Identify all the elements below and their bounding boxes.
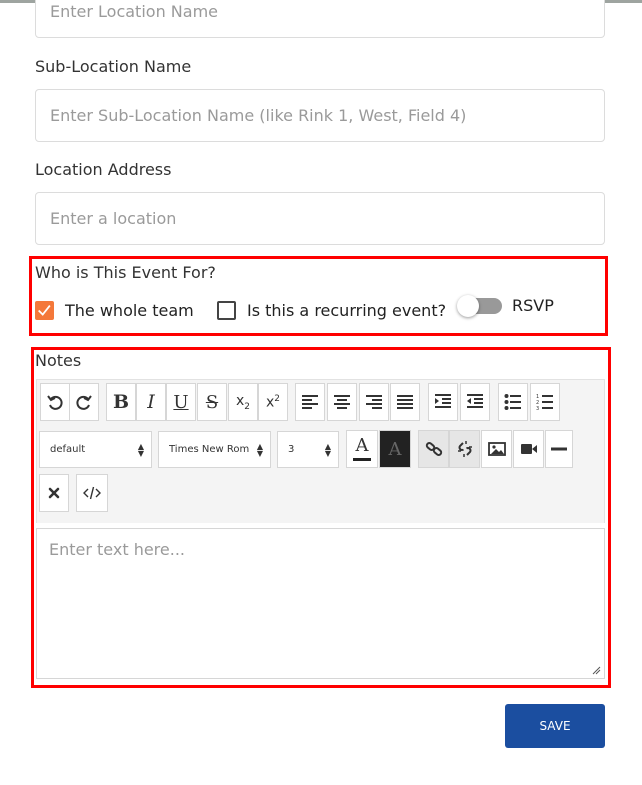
font-family-select[interactable]: Times New Roman ▲▼ [158,431,271,468]
indent-icon [435,394,451,408]
numbered-list-icon: 123 [536,394,553,411]
link-icon [425,442,442,456]
resize-handle-icon[interactable] [591,665,601,675]
whole-team-label: The whole team [65,301,194,320]
align-left-button[interactable] [295,383,325,421]
undo-button[interactable] [40,383,70,421]
font-color-icon: A [355,435,369,456]
redo-icon [76,395,92,410]
strikethrough-button[interactable]: S [197,383,227,421]
align-right-button[interactable] [359,383,389,421]
video-icon [520,444,537,454]
unlink-icon [457,441,472,457]
bold-icon: B [112,391,130,413]
indent-button[interactable] [428,383,458,421]
remove-format-button[interactable] [39,474,69,512]
location-address-placeholder: Enter a location [50,209,177,228]
video-button[interactable] [513,430,544,468]
image-button[interactable] [481,430,512,468]
align-right-icon [366,395,382,409]
justify-button[interactable] [390,383,420,421]
subscript-button[interactable]: x2 [228,383,258,421]
bullet-list-button[interactable] [498,383,528,421]
source-code-button[interactable] [76,474,108,512]
sub-location-placeholder: Enter Sub-Location Name (like Rink 1, We… [50,106,467,125]
justify-icon [397,395,413,409]
strikethrough-icon: S [205,391,219,413]
whole-team-checkbox[interactable] [35,301,54,320]
svg-text:3: 3 [536,406,539,411]
align-left-icon [302,395,318,409]
recurring-checkbox[interactable] [217,301,236,320]
checkmark-icon [38,305,51,316]
image-icon [487,442,506,456]
notes-editor[interactable]: Enter text here... [36,528,605,679]
subscript-icon: x2 [235,392,251,412]
select-arrows-icon: ▲ ▼ [137,442,144,458]
superscript-icon: x2 [265,393,281,411]
font-size-select[interactable]: default ▲ ▼ [39,431,152,468]
select-arrows-icon: ▲ ▼ [324,442,331,458]
underline-button[interactable]: U [166,383,196,421]
bold-button[interactable]: B [106,383,136,421]
horizontal-rule-button[interactable] [545,430,573,468]
bullet-list-icon [504,394,521,410]
location-name-placeholder: Enter Location Name [50,2,218,21]
horizontal-rule-icon [551,447,567,451]
sub-location-input[interactable]: Enter Sub-Location Name (like Rink 1, We… [35,89,605,142]
unlink-button[interactable] [449,430,480,468]
font-color-swatch [353,458,371,461]
remove-format-icon [48,487,60,499]
audience-title: Who is This Event For? [35,263,216,282]
rsvp-toggle-knob[interactable] [457,295,479,317]
source-code-icon [83,486,101,500]
recurring-label: Is this a recurring event? [247,301,447,320]
link-button[interactable] [418,430,449,468]
notes-title: Notes [35,351,82,370]
italic-button[interactable]: I [136,383,166,421]
numbered-list-button[interactable]: 123 [530,383,560,421]
superscript-button[interactable]: x2 [258,383,288,421]
underline-icon: U [173,391,189,413]
redo-button[interactable] [69,383,99,421]
highlight-color-button[interactable]: A [379,430,411,468]
select-arrows-icon: ▲ ▼ [256,442,263,458]
location-address-label: Location Address [35,160,172,179]
rsvp-label: RSVP [512,296,554,315]
text-size-select[interactable]: 3 ▲ ▼ [277,431,339,468]
align-center-icon [334,395,350,409]
save-button[interactable]: SAVE [505,704,605,748]
editor-placeholder: Enter text here... [49,540,186,559]
sub-location-label: Sub-Location Name [35,57,192,76]
italic-icon: I [147,391,155,413]
align-center-button[interactable] [327,383,357,421]
location-name-input[interactable]: Enter Location Name [35,0,605,38]
outdent-button[interactable] [460,383,490,421]
outdent-icon [467,394,483,408]
highlight-color-icon: A [388,438,402,460]
font-color-button[interactable]: A [346,430,378,468]
location-address-input[interactable]: Enter a location [35,192,605,245]
undo-icon [47,395,63,410]
